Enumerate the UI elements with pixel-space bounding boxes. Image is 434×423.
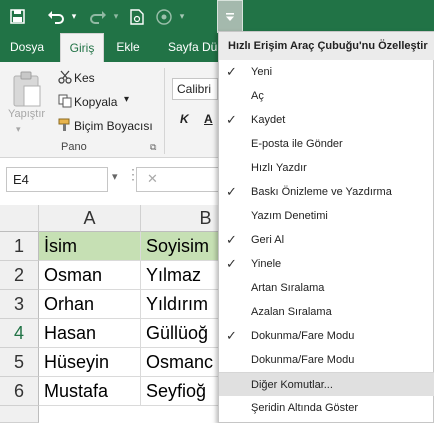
touch-dropdown-icon[interactable]: ▾ — [176, 0, 188, 33]
tab-ekle[interactable]: Ekle — [108, 33, 148, 62]
cell-a2[interactable]: Osman — [39, 261, 141, 290]
menu-item-label: Artan Sıralama — [251, 282, 325, 294]
menu-item-print-preview[interactable]: ✓ Baskı Önizleme ve Yazdırma — [219, 180, 434, 204]
customize-qat-menu: Hızlı Erişim Araç Çubuğu'nu Özelleştir ✓… — [218, 31, 434, 423]
copy-dropdown-icon[interactable]: ▾ — [124, 94, 129, 105]
underline-button[interactable]: A — [204, 112, 213, 126]
italic-button[interactable]: K — [180, 112, 189, 126]
menu-item-sort-ascending[interactable]: Artan Sıralama — [219, 276, 434, 300]
check-icon: ✓ — [226, 64, 237, 79]
row-header[interactable]: 5 — [0, 348, 39, 377]
cancel-entry-icon[interactable]: ✕ — [147, 171, 158, 187]
group-divider — [164, 68, 165, 154]
menu-item-kaydet[interactable]: ✓ Kaydet — [219, 108, 434, 132]
menu-item-label: Hızlı Yazdır — [251, 162, 307, 174]
paste-icon[interactable] — [10, 70, 44, 113]
touch-mode-icon[interactable] — [152, 0, 176, 33]
select-all-corner[interactable] — [0, 205, 39, 232]
menu-item-label: Yinele — [251, 258, 282, 270]
tab-giris[interactable]: Giriş — [60, 33, 104, 62]
row-header[interactable]: 3 — [0, 290, 39, 319]
menu-item-label: Kaydet — [251, 114, 286, 126]
menu-item-ac[interactable]: Aç — [219, 84, 434, 108]
cell-a4[interactable]: Hasan — [39, 319, 141, 348]
redo-icon[interactable] — [86, 0, 110, 33]
copy-button[interactable]: Kopyala — [74, 95, 117, 109]
row-header[interactable]: 4 — [0, 319, 39, 348]
save-icon[interactable] — [6, 0, 28, 33]
check-icon: ✓ — [226, 184, 237, 199]
font-name-field[interactable]: Calibri — [172, 78, 218, 100]
menu-item-label: Aç — [251, 90, 264, 102]
format-painter-icon — [58, 118, 72, 135]
menu-item-more-commands[interactable]: Diğer Komutlar... — [219, 372, 434, 396]
redo-dropdown-icon[interactable]: ▾ — [110, 0, 122, 33]
column-header-a[interactable]: A — [39, 205, 141, 232]
row-header[interactable]: 6 — [0, 377, 39, 406]
menu-item-label: Geri Al — [251, 234, 285, 246]
menu-item-undo[interactable]: ✓ Geri Al — [219, 228, 434, 252]
cell-a6[interactable]: Mustafa — [39, 377, 141, 406]
menu-item-label: Diğer Komutlar... — [251, 379, 333, 391]
customize-qat-icon[interactable] — [217, 0, 243, 33]
menu-item-label: Yazım Denetimi — [251, 210, 328, 222]
menu-item-quick-print[interactable]: Hızlı Yazdır — [219, 156, 434, 180]
dialog-launcher-icon[interactable]: ⧉ — [150, 142, 156, 153]
row-header[interactable]: 1 — [0, 232, 39, 261]
row-header[interactable]: 2 — [0, 261, 39, 290]
check-icon: ✓ — [226, 232, 237, 247]
copy-icon — [58, 94, 72, 111]
tab-dosya[interactable]: Dosya — [0, 33, 54, 62]
cell-a5[interactable]: Hüseyin — [39, 348, 141, 377]
row-header[interactable] — [0, 406, 39, 423]
menu-item-label: Dokunma/Fare Modu — [251, 354, 355, 366]
scissors-icon — [58, 70, 72, 87]
menu-item-spelling[interactable]: Yazım Denetimi — [219, 204, 434, 228]
menu-item-touch-mode-2[interactable]: Dokunma/Fare Modu — [219, 348, 434, 372]
menu-item-label: Dokunma/Fare Modu — [251, 330, 355, 342]
menu-item-redo[interactable]: ✓ Yinele — [219, 252, 434, 276]
menu-item-label: Yeni — [251, 66, 273, 78]
menu-item-label: E-posta ile Gönder — [251, 138, 343, 150]
name-box-dropdown-icon[interactable]: ▾ — [112, 170, 118, 183]
menu-item-sort-descending[interactable]: Azalan Sıralama — [219, 300, 434, 324]
check-icon: ✓ — [226, 112, 237, 127]
print-preview-icon[interactable] — [126, 0, 148, 33]
quick-access-toolbar: ▾ ▾ ▾ — [0, 0, 434, 33]
menu-item-label: Baskı Önizleme ve Yazdırma — [251, 186, 392, 198]
menu-item-email[interactable]: E-posta ile Gönder — [219, 132, 434, 156]
check-icon: ✓ — [226, 256, 237, 271]
menu-item-label: Şeridin Altında Göster — [251, 402, 359, 414]
undo-dropdown-icon[interactable]: ▾ — [68, 0, 80, 33]
format-painter-button[interactable]: Biçim Boyacısı — [74, 119, 153, 133]
undo-icon[interactable] — [44, 0, 68, 33]
menu-item-yeni[interactable]: ✓ Yeni — [219, 60, 434, 84]
menu-item-label: Azalan Sıralama — [251, 306, 332, 318]
paste-dropdown-icon[interactable]: ▾ — [16, 124, 21, 135]
menu-title: Hızlı Erişim Araç Çubuğu'nu Özelleştir — [219, 32, 434, 60]
cell-a3[interactable]: Orhan — [39, 290, 141, 319]
menu-item-show-below-ribbon[interactable]: Şeridin Altında Göster — [219, 396, 434, 420]
clipboard-group-label: Pano — [61, 141, 87, 153]
cut-button[interactable]: Kes — [74, 71, 95, 85]
cell-a1[interactable]: İsim — [39, 232, 141, 261]
paste-button[interactable]: Yapıştır — [8, 108, 45, 120]
name-box[interactable]: E4 — [6, 167, 108, 192]
menu-item-touch-mode[interactable]: ✓ Dokunma/Fare Modu — [219, 324, 434, 348]
check-icon: ✓ — [226, 328, 237, 343]
